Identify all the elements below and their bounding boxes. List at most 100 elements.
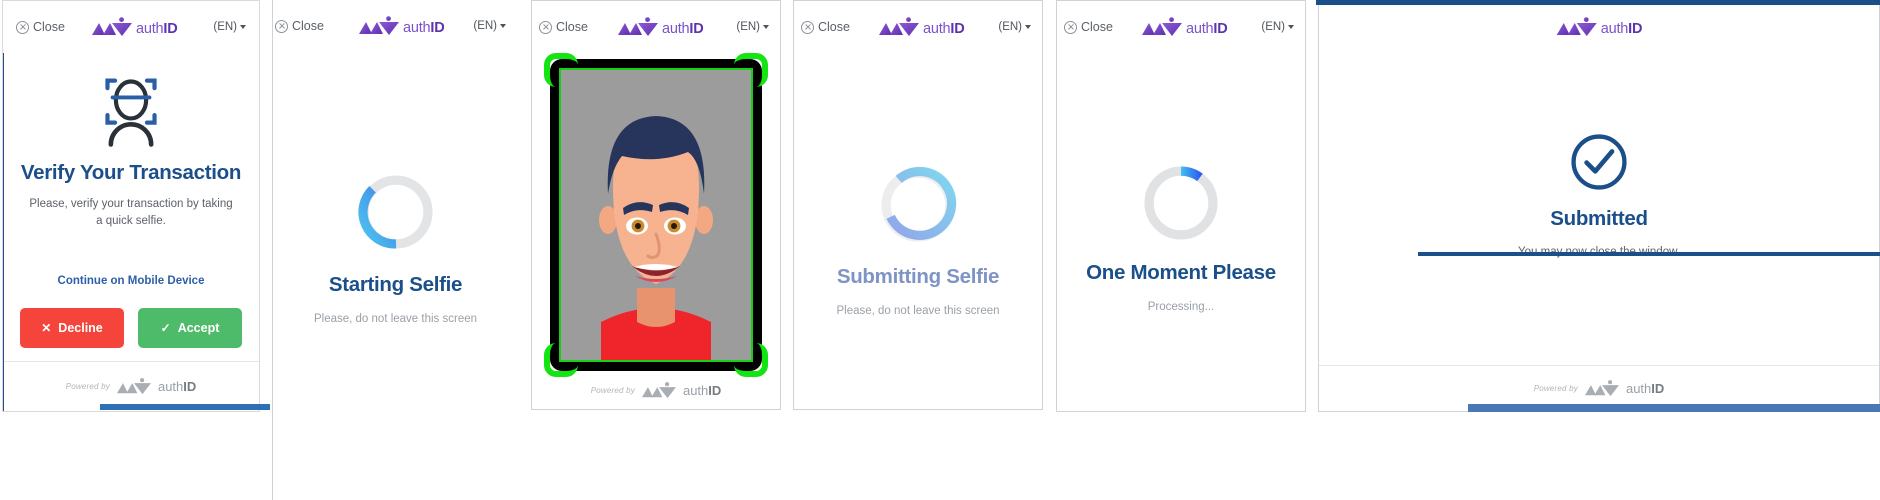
language-label: (EN): [736, 21, 760, 33]
authid-mark-icon: [359, 16, 399, 35]
language-selector[interactable]: (EN): [473, 20, 506, 32]
selfie-camera-viewport[interactable]: [544, 53, 768, 377]
page-title: One Moment Please: [1086, 261, 1276, 284]
authid-wordmark-footer: authID: [157, 379, 197, 394]
authid-mark-icon: [92, 17, 132, 36]
loading-spinner-icon: [881, 166, 957, 242]
authid-mark-icon: [879, 17, 919, 36]
close-label: Close: [556, 20, 588, 34]
cross-icon: ✕: [41, 321, 52, 336]
page-subtitle: Processing...: [1147, 301, 1215, 313]
scan-corner-bottom-left: [544, 343, 578, 377]
accept-label: Accept: [177, 321, 220, 336]
close-icon: [801, 20, 814, 34]
powered-by-label: Powered by: [65, 382, 110, 391]
authid-logo: authID: [358, 16, 445, 36]
authid-wordmark: authID: [403, 19, 445, 36]
authid-logo: authID: [617, 17, 704, 37]
close-button[interactable]: Close: [539, 20, 588, 34]
accept-button[interactable]: ✓ Accept: [138, 308, 242, 349]
panel-submitting-selfie: Close authID (EN) Submitting Selfie Plea…: [793, 0, 1043, 410]
decline-label: Decline: [58, 321, 103, 336]
scan-corner-bottom-right: [734, 343, 768, 377]
close-icon: [275, 19, 288, 33]
language-label: (EN): [998, 21, 1022, 33]
success-check-icon: [1571, 134, 1627, 190]
browser-chrome-sliver: [1316, 0, 1880, 5]
panel-verify-transaction: Close authID (EN) Verify Your Transactio…: [2, 0, 260, 412]
authid-wordmark-footer: authID: [682, 383, 722, 398]
authid-logo: authID: [91, 17, 178, 37]
language-selector[interactable]: (EN): [736, 21, 769, 33]
chevron-down-icon: [763, 25, 769, 29]
screenshot-strip: Close authID (EN) Verify Your Transactio…: [0, 0, 1880, 500]
close-button[interactable]: Close: [1064, 20, 1113, 34]
language-label: (EN): [473, 20, 497, 32]
language-selector[interactable]: (EN): [1261, 21, 1294, 33]
page-title: Starting Selfie: [328, 273, 463, 296]
loading-spinner-icon: [357, 175, 433, 249]
panel-header: Close authID (EN): [532, 1, 780, 53]
page-subtitle: Please, do not leave this screen: [836, 305, 1000, 317]
close-icon: [1064, 20, 1077, 34]
page-subtitle: Please, do not leave this screen: [313, 313, 478, 325]
panel-body: Submitting Selfie Please, do not leave t…: [794, 53, 1042, 409]
panel-header: Close authID (EN): [3, 1, 259, 53]
language-label: (EN): [213, 21, 237, 33]
authid-mark-icon: [1142, 17, 1182, 36]
close-label: Close: [33, 20, 65, 34]
scan-corner-top-left: [544, 53, 578, 87]
panel-header: authID: [1319, 1, 1879, 53]
panel-body: [532, 53, 780, 377]
language-selector[interactable]: (EN): [213, 21, 246, 33]
browser-chrome-sliver: [100, 404, 270, 410]
chevron-down-icon: [1288, 25, 1294, 29]
close-icon: [539, 20, 552, 34]
authid-mark-icon-footer: [116, 378, 151, 395]
language-label: (EN): [1261, 21, 1285, 33]
authid-wordmark: authID: [136, 20, 178, 37]
close-label: Close: [1081, 20, 1113, 34]
authid-mark-icon: [1556, 17, 1597, 36]
authid-wordmark: authID: [923, 20, 965, 37]
authid-wordmark: authID: [1600, 20, 1643, 37]
panel-body: Starting Selfie Please, do not leave thi…: [273, 52, 518, 500]
loading-spinner-icon: [1144, 166, 1218, 240]
authid-wordmark: authID: [662, 20, 704, 37]
check-icon: ✓: [160, 321, 171, 336]
panel-starting-selfie: Close authID (EN) Starting Selfie Please…: [272, 0, 518, 500]
language-selector[interactable]: (EN): [998, 21, 1031, 33]
panel-header: Close authID (EN): [273, 0, 518, 52]
panel-submitted: authID Submitted You may now close the w…: [1318, 0, 1880, 412]
close-label: Close: [818, 20, 850, 34]
panel-body: Verify Your Transaction Please, verify y…: [3, 53, 259, 361]
panel-one-moment-please: Close authID (EN) One Moment Please Proc…: [1056, 0, 1306, 412]
close-button[interactable]: Close: [16, 20, 65, 34]
powered-by-label: Powered by: [1533, 384, 1578, 393]
authid-mark-icon-footer: [1584, 380, 1619, 397]
panel-body: One Moment Please Processing...: [1057, 53, 1305, 411]
panel-footer: Powered by authID: [532, 376, 780, 409]
authid-wordmark-footer: authID: [1625, 381, 1665, 396]
close-label: Close: [292, 19, 324, 33]
authid-logo: authID: [1556, 17, 1643, 37]
close-button[interactable]: Close: [275, 19, 324, 33]
face-scan-icon: [105, 78, 157, 147]
page-title: Submitted: [1550, 207, 1648, 230]
chevron-down-icon: [1025, 25, 1031, 29]
decline-button[interactable]: ✕ Decline: [20, 308, 124, 349]
chevron-down-icon: [240, 25, 246, 29]
page-title: Verify Your Transaction: [20, 161, 242, 184]
scan-corner-top-right: [734, 53, 768, 87]
camera-feed: [559, 68, 753, 362]
panel-body: Submitted You may now close the window.: [1319, 53, 1879, 365]
selfie-avatar-image: [561, 70, 751, 360]
continue-on-mobile-link[interactable]: Continue on Mobile Device: [58, 275, 205, 287]
authid-mark-icon-footer: [641, 382, 676, 399]
page-title: Submitting Selfie: [836, 265, 1000, 288]
authid-logo: authID: [1141, 17, 1228, 37]
close-button[interactable]: Close: [801, 20, 850, 34]
browser-chrome-sliver: [1468, 404, 1880, 412]
panel-header: Close authID (EN): [794, 1, 1042, 53]
powered-by-label: Powered by: [590, 386, 635, 395]
